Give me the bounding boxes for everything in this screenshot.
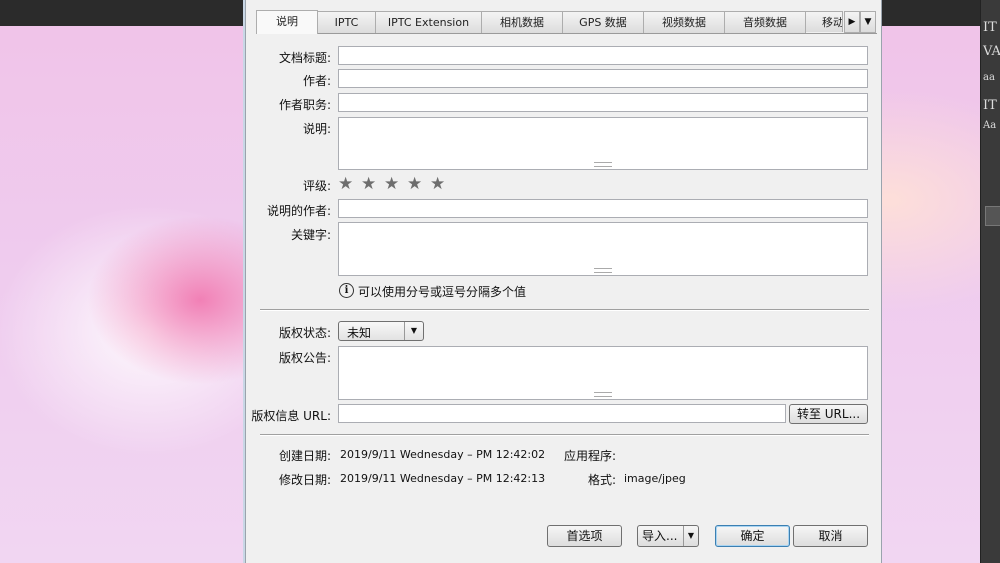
goto-url-button[interactable]: 转至 URL... — [789, 404, 868, 424]
created-label: 创建日期: — [278, 449, 331, 463]
tab-description[interactable]: 说明 — [256, 10, 318, 34]
keywords-textarea[interactable] — [338, 222, 868, 276]
tab-gps-data[interactable]: GPS 数据 — [562, 11, 644, 33]
format-label: 格式: — [587, 473, 616, 487]
author-input[interactable] — [338, 69, 868, 88]
doc-title-label: 文档标题: — [278, 51, 331, 65]
copyright-notice-textarea[interactable] — [338, 346, 868, 400]
copyright-status-select[interactable]: 未知 ▼ — [338, 321, 424, 341]
divider — [260, 309, 869, 311]
tab-camera-data[interactable]: 相机数据 — [481, 11, 563, 33]
tab-audio-data[interactable]: 音频数据 — [724, 11, 806, 33]
tab-iptc-extension[interactable]: IPTC Extension — [375, 11, 482, 33]
tab-iptc[interactable]: IPTC — [317, 11, 376, 33]
resize-grip-icon[interactable] — [594, 268, 612, 273]
import-button[interactable]: 导入... ▼ — [637, 525, 699, 547]
description-writer-label: 说明的作者: — [266, 204, 331, 218]
modified-value: 2019/9/11 Wednesday – PM 12:42:13 — [340, 472, 546, 485]
star-icon[interactable]: ★ — [338, 174, 353, 194]
description-writer-input[interactable] — [338, 199, 868, 218]
right-tool-panel: IT VA aa IT Aa — [980, 0, 1000, 563]
doc-title-input[interactable] — [338, 46, 868, 65]
keywords-label: 关键字: — [290, 228, 331, 242]
resize-grip-icon[interactable] — [594, 162, 612, 167]
star-icon[interactable]: ★ — [361, 174, 376, 194]
copyright-notice-label: 版权公告: — [278, 351, 331, 365]
file-info-dialog: 说明 IPTC IPTC Extension 相机数据 GPS 数据 视频数据 … — [245, 0, 882, 563]
vertical-type-icon[interactable]: IT — [983, 20, 1000, 36]
keywords-hint: 可以使用分号或逗号分隔多个值 — [358, 285, 527, 299]
copyright-status-value: 未知 — [347, 326, 372, 340]
description-textarea[interactable] — [338, 117, 868, 170]
tracking-icon[interactable]: aa — [983, 70, 1000, 86]
star-icon[interactable]: ★ — [384, 174, 399, 194]
cancel-button[interactable]: 取消 — [793, 525, 868, 547]
panel-swatch[interactable] — [985, 206, 1000, 226]
preferences-button[interactable]: 首选项 — [547, 525, 622, 547]
baseline-shift-icon[interactable]: Aa — [983, 118, 1000, 134]
copyright-status-label: 版权状态: — [278, 326, 331, 340]
vertical-scale-icon[interactable]: IT — [983, 98, 1000, 114]
copyright-url-input[interactable] — [338, 404, 786, 423]
copyright-url-label: 版权信息 URL: — [251, 409, 331, 423]
divider — [260, 434, 869, 436]
import-button-label: 导入... — [642, 529, 678, 543]
modified-label: 修改日期: — [278, 473, 331, 487]
kerning-icon[interactable]: VA — [983, 44, 1000, 60]
created-value: 2019/9/11 Wednesday – PM 12:42:02 — [340, 448, 546, 461]
star-icon[interactable]: ★ — [407, 174, 422, 194]
ok-button[interactable]: 确定 — [715, 525, 790, 547]
info-icon: i — [339, 283, 354, 298]
application-label: 应用程序: — [563, 449, 616, 463]
tab-mobile[interactable]: 移动 — [805, 11, 843, 32]
tab-menu-icon[interactable]: ▼ — [860, 11, 876, 33]
author-title-input[interactable] — [338, 93, 868, 112]
author-title-label: 作者职务: — [278, 98, 331, 112]
author-label: 作者: — [302, 74, 331, 88]
tab-bar: 说明 IPTC IPTC Extension 相机数据 GPS 数据 视频数据 … — [256, 10, 877, 34]
star-icon[interactable]: ★ — [430, 174, 445, 194]
description-label: 说明: — [302, 122, 331, 136]
resize-grip-icon[interactable] — [594, 392, 612, 397]
tab-video-data[interactable]: 视频数据 — [643, 11, 725, 33]
tab-scroll-right-icon[interactable]: ▶ — [844, 11, 860, 33]
rating-label: 评级: — [302, 179, 331, 193]
format-value: image/jpeg — [624, 472, 686, 485]
chevron-down-icon: ▼ — [404, 322, 423, 340]
chevron-down-icon[interactable]: ▼ — [683, 526, 698, 546]
